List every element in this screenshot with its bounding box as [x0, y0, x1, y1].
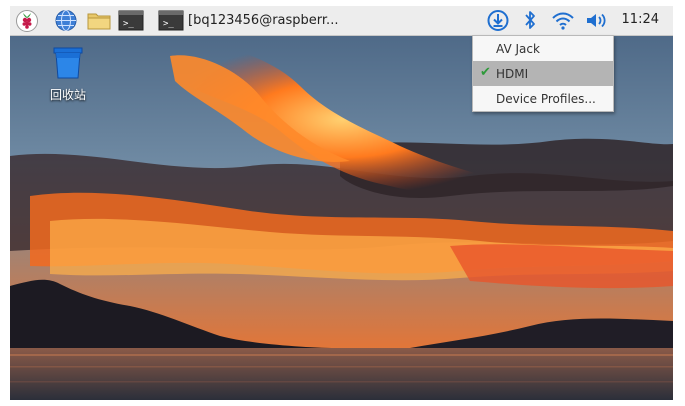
desktop-icon-trash[interactable]: 回收站	[40, 46, 96, 103]
checkmark-icon: ✔	[480, 65, 491, 80]
menu-item-hdmi[interactable]: ✔ HDMI	[473, 61, 613, 86]
updater-download-icon[interactable]	[486, 9, 510, 32]
bluetooth-icon[interactable]	[520, 9, 540, 32]
menu-item-av-jack[interactable]: AV Jack	[473, 36, 613, 61]
web-browser-icon[interactable]	[54, 9, 78, 32]
window-title: [bq123456@raspberr...	[188, 13, 339, 28]
trash-bin-icon	[53, 47, 83, 79]
menu-item-label: AV Jack	[496, 41, 540, 56]
menu-item-label: HDMI	[496, 66, 529, 81]
raspberry-menu-icon[interactable]	[15, 9, 39, 32]
menu-item-label: Device Profiles...	[496, 91, 596, 106]
terminal-window-glyph: >_	[163, 19, 174, 29]
menu-item-device-profiles[interactable]: Device Profiles...	[473, 86, 613, 111]
taskbar: >_ >_ [bq123456@raspberr... 11:24	[10, 6, 673, 36]
clock[interactable]: 11:24	[622, 12, 659, 27]
terminal-glyph: >_	[123, 19, 134, 29]
taskbar-window-terminal[interactable]: >_ [bq123456@raspberr...	[158, 9, 338, 32]
volume-icon[interactable]	[584, 9, 610, 32]
wifi-icon[interactable]	[551, 9, 575, 32]
desktop-screen: >_ >_ [bq123456@raspberr... 11:24 回收站 AV…	[10, 6, 673, 400]
terminal-icon[interactable]: >_	[118, 9, 144, 32]
file-manager-icon[interactable]	[86, 9, 112, 32]
audio-output-menu: AV Jack ✔ HDMI Device Profiles...	[472, 35, 614, 112]
trash-label: 回收站	[49, 88, 86, 102]
terminal-window-icon: >_	[158, 10, 184, 31]
